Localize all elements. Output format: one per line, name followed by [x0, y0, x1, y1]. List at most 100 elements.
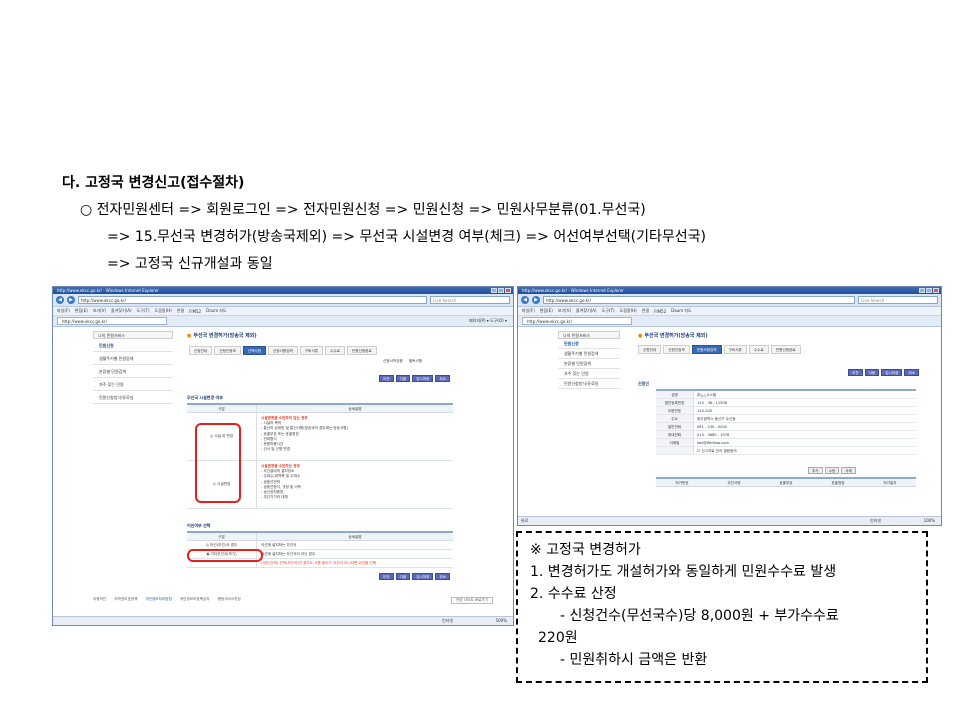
url-input[interactable]: http://www.ekcc.go.kr/: [543, 296, 855, 304]
footer-link-privacy[interactable]: 개인정보처리방침: [145, 597, 171, 604]
next-button[interactable]: 다음: [395, 375, 411, 382]
maximize-icon[interactable]: [498, 288, 504, 293]
writing-link[interactable]: 신청서작성중: [383, 359, 403, 364]
corp-number-field[interactable]: 110 - 38 - 11506: [694, 399, 916, 406]
forward-arrow-icon[interactable]: ▶: [532, 296, 540, 304]
tab-documents[interactable]: 구비서류: [299, 346, 324, 355]
sidebar-item-apply[interactable]: 민원신청: [558, 339, 620, 349]
phone-field[interactable]: 061 - 230 - 0000: [694, 423, 916, 430]
top-button-row: 이전 다음 임시저장 취소: [848, 369, 920, 376]
family-site-select[interactable]: 관련 사이트 바로가기: [450, 597, 493, 604]
browser-tab[interactable]: http://www.ekcc.go.kr/: [522, 317, 632, 325]
close-icon[interactable]: [933, 288, 939, 293]
tab-guide[interactable]: 신청안내: [638, 345, 662, 354]
sidebar-header[interactable]: 나의 민원서비스: [558, 331, 620, 339]
tab-complete[interactable]: 민원신청완료: [347, 346, 377, 355]
prev-button[interactable]: 이전: [379, 573, 394, 580]
footer-link-copyright[interactable]: 저작권보호정책: [114, 597, 137, 604]
menu-view[interactable]: 보기(V): [558, 308, 571, 314]
status-text: 완료: [521, 518, 529, 523]
menu-links[interactable]: 연결: [177, 308, 184, 314]
minimize-icon[interactable]: [919, 288, 925, 293]
forward-arrow-icon[interactable]: ▶: [67, 296, 75, 304]
menu-daum-map[interactable]: Daum 지도: [206, 308, 227, 314]
tab-options[interactable]: 선택사항: [242, 346, 266, 355]
must-read-link[interactable]: 필독사항: [409, 359, 422, 364]
minimize-icon[interactable]: [491, 288, 497, 293]
menu-links[interactable]: 연결: [642, 308, 649, 314]
sidebar-item-life-cycle[interactable]: 생활주기별 민원검색: [558, 349, 620, 359]
zoom-level[interactable]: 100%: [496, 617, 507, 625]
procedure-line-3: => 고정국 신규개설과 동일: [107, 256, 273, 272]
tab-fee[interactable]: 수수료: [748, 345, 769, 354]
menu-favorites[interactable]: 즐겨찾기(A): [576, 308, 597, 314]
delete-button[interactable]: 삭제: [841, 467, 856, 474]
cancel-button[interactable]: 취소: [435, 573, 451, 580]
menu-tools[interactable]: 도구(T): [137, 308, 150, 314]
cancel-button[interactable]: 취소: [904, 369, 920, 376]
footer-link-charter[interactable]: 행정서비스헌장: [218, 597, 241, 604]
sidebar-item-life-cycle[interactable]: 생활주기별 민원검색: [93, 352, 173, 365]
search-input[interactable]: Live Search: [858, 296, 938, 304]
tab-applicant[interactable]: 신청인정보: [214, 346, 241, 355]
bottom-button-row: 이전 다음 임시저장 취소: [379, 573, 451, 580]
menu-file[interactable]: 파일(F): [522, 308, 535, 314]
sidebar-item-frequent[interactable]: 자주 찾는 민원: [558, 369, 620, 379]
maximize-icon[interactable]: [926, 288, 932, 293]
back-arrow-icon[interactable]: ◀: [56, 296, 64, 304]
tab-input[interactable]: 신청사항입력: [268, 346, 298, 355]
radio-fishing-boat[interactable]: ◎ 어선(무선)국 경우: [187, 541, 257, 549]
menu-edit[interactable]: 편집(E): [540, 308, 553, 314]
tab-fee[interactable]: 수수료: [325, 346, 345, 355]
email-field[interactable]: kes@Whtkoo.com: [694, 439, 916, 446]
save-draft-button[interactable]: 임시저장: [412, 573, 434, 580]
menu-fim52[interactable]: FIM52: [189, 309, 201, 314]
next-button[interactable]: 다음: [395, 573, 411, 580]
page-title: 무선국 변경허가(방송국 제외): [187, 332, 256, 339]
sidebar-item-apply[interactable]: 민원신청: [93, 339, 173, 352]
save-draft-button[interactable]: 임시저장: [881, 369, 903, 376]
footer-link-privacy-officer[interactable]: 개인정보보호책임자: [180, 597, 210, 604]
tab-applicant[interactable]: 신청인정보: [663, 345, 690, 354]
menu-edit[interactable]: 편집(E): [75, 308, 88, 314]
name-field[interactable]: ㈜△△시스템: [694, 391, 916, 398]
menu-help[interactable]: 도움말(H): [155, 308, 172, 314]
prev-button[interactable]: 이전: [379, 375, 394, 382]
tab-guide[interactable]: 신청안내: [189, 346, 213, 355]
edit-button[interactable]: 수정: [824, 467, 840, 474]
footer-link-terms[interactable]: 이용약관: [93, 597, 106, 604]
sidebar-item-method[interactable]: 민원신청방식/유료실: [558, 379, 620, 389]
tab-complete[interactable]: 민원신청완료: [770, 345, 801, 354]
cancel-button[interactable]: 취소: [435, 375, 451, 382]
sidebar-item-method[interactable]: 민원신청방식/유료실: [93, 391, 173, 404]
agree-checkbox[interactable]: ☐ 신고자료 전자 열람동의: [694, 447, 916, 454]
search-input[interactable]: Live Search: [430, 296, 510, 304]
mobile-field[interactable]: 010 - 3685 - 1978: [694, 431, 916, 438]
back-arrow-icon[interactable]: ◀: [521, 296, 529, 304]
menu-favorites[interactable]: 즐겨찾기(A): [111, 308, 132, 314]
add-button[interactable]: 추가: [808, 467, 823, 474]
prev-button[interactable]: 이전: [848, 369, 863, 376]
menu-help[interactable]: 도움말(H): [620, 308, 637, 314]
save-draft-button[interactable]: 임시저장: [412, 375, 434, 382]
menu-file[interactable]: 파일(F): [57, 308, 70, 314]
menu-tools[interactable]: 도구(T): [602, 308, 615, 314]
next-button[interactable]: 다음: [864, 369, 880, 376]
url-input[interactable]: http://www.ekcc.go.kr/: [78, 296, 427, 304]
sidebar-item-category[interactable]: 분류별 민원검색: [558, 359, 620, 369]
sidebar-header[interactable]: 나의 민원서비스: [93, 331, 173, 339]
tab-input[interactable]: 민원사항입력: [691, 345, 722, 354]
grid-header-type: 구분: [187, 405, 257, 412]
sidebar-item-category[interactable]: 분류별 민원검색: [93, 365, 173, 378]
browser-tab[interactable]: http://www.ekcc.go.kr/: [57, 317, 167, 325]
sidebar-item-frequent[interactable]: 자주 찾는 민원: [93, 378, 173, 391]
menu-view[interactable]: 보기(V): [93, 308, 106, 314]
zoom-level[interactable]: 100%: [924, 517, 935, 525]
page-tools[interactable]: 페이지(P) ▾ 도구(O) ▾: [469, 318, 507, 324]
zipcode-field[interactable]: 120-200: [694, 407, 916, 414]
tab-documents[interactable]: 구비서류: [723, 345, 747, 354]
address-field[interactable]: 광주광역시 동산구 두산동: [694, 415, 916, 422]
menu-daum-map[interactable]: Daum 지도: [671, 308, 692, 314]
menu-fim52[interactable]: FIM52: [654, 309, 666, 314]
close-icon[interactable]: [505, 288, 511, 293]
